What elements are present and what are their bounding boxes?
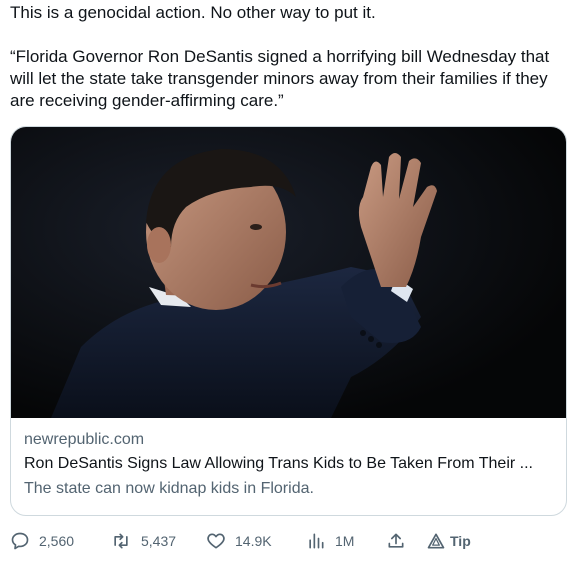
reply-count: 2,560 <box>39 533 75 549</box>
views-button[interactable]: 1M <box>306 528 354 554</box>
tweet: This is a genocidal action. No other way… <box>0 0 578 562</box>
reply-button[interactable]: 2,560 <box>10 528 74 554</box>
reply-icon <box>11 532 29 550</box>
card-description[interactable]: The state can now kidnap kids in Florida… <box>24 480 314 498</box>
retweet-icon <box>114 533 128 549</box>
tweet-text-line: This is a genocidal action. No other way… <box>10 3 376 22</box>
views-bar-chart-icon <box>309 533 324 549</box>
link-card[interactable]: newrepublic.com Ron DeSantis Signs Law A… <box>10 126 567 516</box>
tip-label: Tip <box>450 533 471 549</box>
card-meta[interactable]: newrepublic.com Ron DeSantis Signs Law A… <box>11 418 566 515</box>
tip-button[interactable]: Tip <box>426 528 471 554</box>
share-icon <box>388 533 404 548</box>
retweet-count: 5,437 <box>141 533 177 549</box>
retweet-button[interactable]: 5,437 <box>110 528 176 554</box>
card-image[interactable] <box>11 127 566 418</box>
share-button[interactable] <box>386 528 406 554</box>
card-domain[interactable]: newrepublic.com <box>24 431 144 449</box>
card-title[interactable]: Ron DeSantis Signs Law Allowing Trans Ki… <box>24 455 554 473</box>
tweet-text: This is a genocidal action. No other way… <box>10 2 570 112</box>
action-bar: 2,560 5,437 14.9K 1M Tip <box>10 528 570 554</box>
like-button[interactable]: 14.9K <box>206 528 272 554</box>
heart-icon <box>207 533 225 549</box>
tip-triangle-icon <box>427 533 445 549</box>
views-count: 1M <box>335 533 355 549</box>
like-count: 14.9K <box>235 533 272 549</box>
tweet-quote-text: “Florida Governor Ron DeSantis signed a … <box>10 47 554 110</box>
